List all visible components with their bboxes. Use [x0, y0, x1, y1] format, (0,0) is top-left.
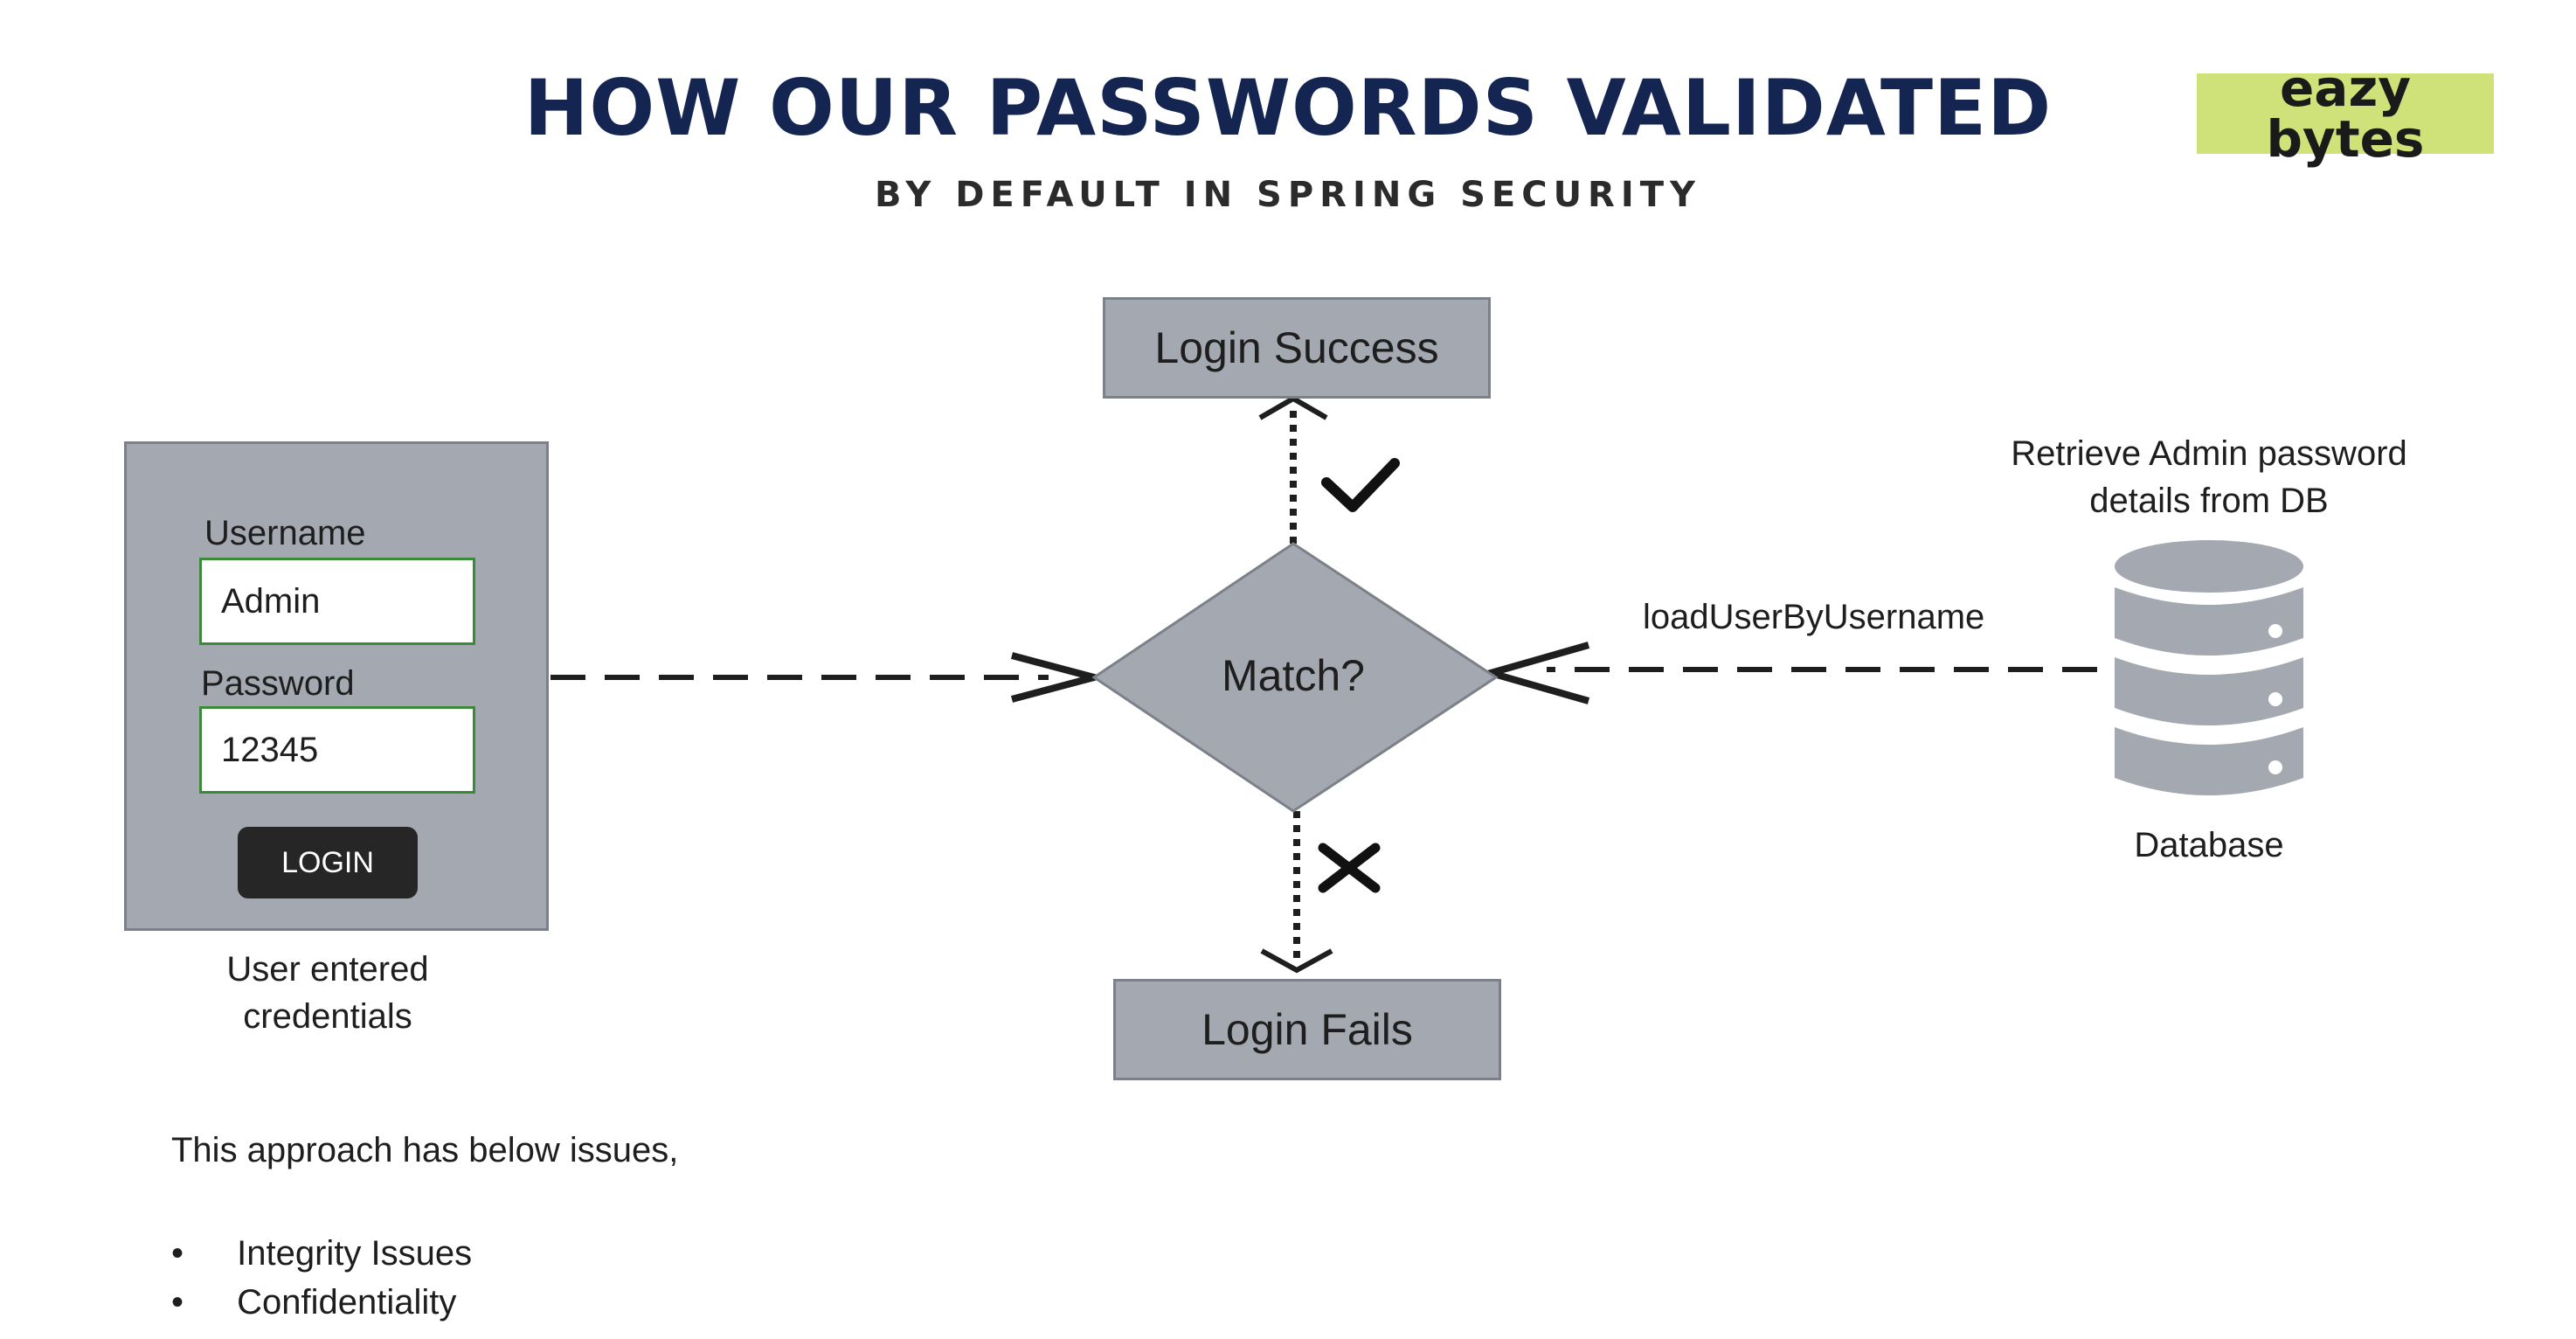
issue-item: • Integrity Issues: [171, 1234, 472, 1273]
login-caption-line-2: credentials: [243, 997, 412, 1036]
password-label: Password: [201, 664, 355, 703]
issue-item-label: Confidentiality: [237, 1283, 457, 1322]
password-field[interactable]: 12345: [199, 706, 475, 794]
login-success-label: Login Success: [1154, 323, 1439, 372]
bullet-icon: •: [171, 1234, 184, 1273]
login-success-box: Login Success: [1103, 297, 1491, 399]
username-label: Username: [204, 514, 366, 552]
login-button[interactable]: LOGIN: [238, 827, 418, 898]
arrowhead-into-match-left: [1010, 652, 1108, 703]
edge-label-load-user: loadUserByUsername: [1643, 598, 1985, 636]
cross-icon: [1318, 843, 1381, 893]
database-icon: [2115, 540, 2303, 795]
issue-item: • Confidentiality: [171, 1283, 456, 1322]
match-label: Match?: [1222, 651, 1365, 700]
login-panel-caption: User entered credentials: [124, 946, 531, 1040]
arrowhead-into-match-right: [1478, 642, 1590, 704]
login-caption-line-1: User entered: [226, 950, 429, 989]
check-icon: [1321, 458, 1400, 512]
login-fails-box: Login Fails: [1113, 979, 1501, 1080]
database-label: Database: [2134, 826, 2284, 864]
bullet-icon: •: [171, 1283, 184, 1322]
username-field[interactable]: Admin: [199, 558, 475, 645]
issues-intro: This approach has below issues,: [171, 1131, 679, 1169]
database-caption-line-1: Retrieve Admin password: [2011, 434, 2407, 473]
login-fails-label: Login Fails: [1201, 1005, 1413, 1054]
issue-item-label: Integrity Issues: [237, 1234, 473, 1273]
database-top-caption: Retrieve Admin password details from DB: [1947, 430, 2471, 524]
database-caption-line-2: details from DB: [2089, 482, 2329, 520]
